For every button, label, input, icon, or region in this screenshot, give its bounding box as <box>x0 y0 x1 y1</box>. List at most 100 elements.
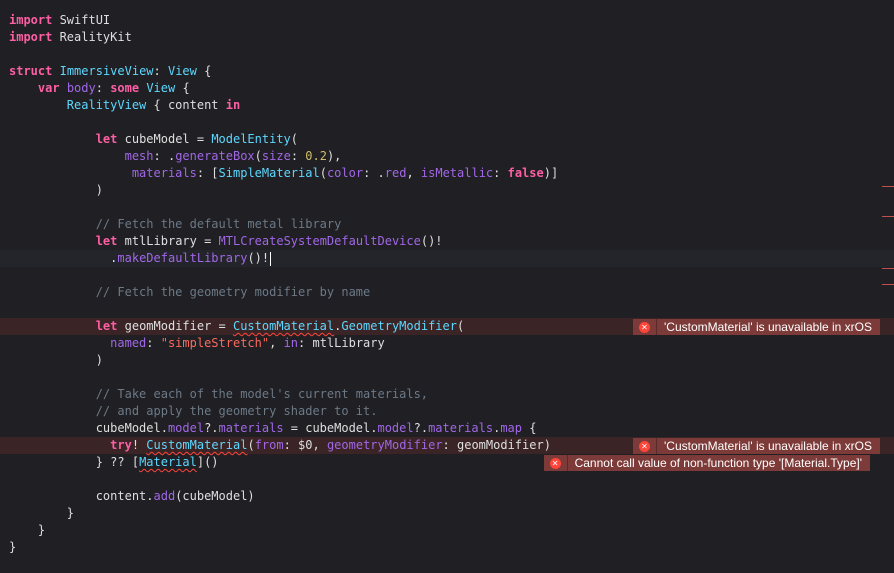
comment: // Fetch the geometry modifier by name <box>95 285 371 299</box>
code-line-error[interactable]: try! CustomMaterial(from: $0, geometryMo… <box>0 437 894 454</box>
code-text: } <box>66 506 75 520</box>
code-text: cubeModel = <box>117 132 212 146</box>
code-line[interactable]: var body: some View { <box>0 80 894 97</box>
type-name: ModelEntity <box>211 132 291 146</box>
code-text: ]() <box>196 455 219 469</box>
type-name: View <box>167 64 197 78</box>
code-text: } <box>37 523 46 537</box>
scrollbar-error-marker[interactable] <box>882 186 894 187</box>
code-line-error[interactable]: let geomModifier = CustomMaterial.Geomet… <box>0 318 894 335</box>
type-name: Material <box>139 455 197 469</box>
code-text: ) <box>95 183 103 197</box>
type-name: GeometryModifier <box>341 319 457 333</box>
code-line[interactable] <box>0 114 894 131</box>
code-line[interactable] <box>0 199 894 216</box>
code-line[interactable]: ) <box>0 182 894 199</box>
property: isMetallic <box>420 166 494 180</box>
code-editor[interactable]: import SwiftUI import RealityKit struct … <box>0 12 894 556</box>
property: model <box>167 421 205 435</box>
code-text: : <box>95 81 111 95</box>
type-name: ImmersiveView <box>59 64 154 78</box>
property: model <box>377 421 414 435</box>
code-line[interactable]: } <box>0 522 894 539</box>
property: named <box>110 336 147 350</box>
code-line[interactable] <box>0 46 894 63</box>
function-name: MTLCreateSystemDefaultDevice <box>218 234 421 248</box>
scrollbar-error-marker[interactable] <box>882 284 894 285</box>
code-line[interactable] <box>0 301 894 318</box>
scrollbar-error-marker[interactable] <box>882 268 894 269</box>
keyword: import <box>9 30 53 44</box>
function-name: generateBox <box>175 149 255 163</box>
code-text: : <box>493 166 508 180</box>
code-text: , <box>269 336 284 350</box>
x-circle-icon: ✕ <box>549 457 561 469</box>
property: materials <box>131 166 197 180</box>
code-line[interactable]: } ?? [Material]() ✕ Cannot call value of n… <box>0 454 894 471</box>
property: mesh <box>124 149 154 163</box>
code-line[interactable]: let mtlLibrary = MTLCreateSystemDefaultD… <box>0 233 894 250</box>
keyword: import <box>9 13 53 27</box>
code-text: = cubeModel. <box>283 421 378 435</box>
error-badge[interactable]: ✕ 'CustomMaterial' is unavailable in xrOS <box>633 319 880 335</box>
code-line[interactable]: // and apply the geometry shader to it. <box>0 403 894 420</box>
type-name: CustomMaterial <box>232 319 335 333</box>
x-circle-icon: ✕ <box>639 440 650 452</box>
code-line[interactable]: named: "simpleStretch", in: mtlLibrary <box>0 335 894 352</box>
code-text: ) <box>95 353 103 367</box>
code-text: cubeModel. <box>95 421 168 435</box>
code-text: )] <box>543 166 559 180</box>
code-text: : <box>146 336 161 350</box>
error-badge[interactable]: ✕ Cannot call value of non-function type … <box>543 455 870 471</box>
keyword: some <box>110 81 140 95</box>
keyword: let <box>95 132 118 146</box>
code-line[interactable]: } <box>0 505 894 522</box>
comment: // and apply the geometry shader to it. <box>95 404 378 418</box>
code-line[interactable] <box>0 369 894 386</box>
keyword: let <box>95 234 118 248</box>
code-line[interactable]: mesh: .generateBox(size: 0.2), <box>0 148 894 165</box>
property: materials <box>428 421 494 435</box>
code-text: SwiftUI <box>52 13 111 27</box>
function-name: add <box>153 489 176 503</box>
property: color <box>326 166 364 180</box>
error-badge[interactable]: ✕ 'CustomMaterial' is unavailable in xrOS <box>633 438 880 454</box>
code-text: { <box>175 81 190 95</box>
keyword: try <box>110 438 132 452</box>
type-name: View <box>146 81 176 95</box>
comment: // Take each of the model's current mate… <box>95 387 429 401</box>
code-line[interactable]: // Take each of the model's current mate… <box>0 386 894 403</box>
code-text: ()! <box>420 234 443 248</box>
code-line[interactable] <box>0 471 894 488</box>
code-line[interactable] <box>0 267 894 284</box>
scrollbar-error-marker[interactable] <box>882 216 894 217</box>
badge-divider <box>656 319 657 335</box>
code-line[interactable]: import SwiftUI <box>0 12 894 29</box>
code-line[interactable]: cubeModel.model?.materials = cubeModel.m… <box>0 420 894 437</box>
code-line[interactable]: materials: [SimpleMaterial(color: .red, … <box>0 165 894 182</box>
code-text: ( <box>290 132 299 146</box>
code-text: ( <box>247 438 255 452</box>
code-text: : <box>290 149 306 163</box>
property: materials <box>218 421 284 435</box>
code-line[interactable]: struct ImmersiveView: View { <box>0 63 894 80</box>
code-line[interactable]: ) <box>0 352 894 369</box>
code-text: : . <box>363 166 385 180</box>
code-line[interactable]: RealityView { content in <box>0 97 894 114</box>
code-line[interactable]: content.add(cubeModel) <box>0 488 894 505</box>
code-line[interactable]: import RealityKit <box>0 29 894 46</box>
code-line[interactable]: // Fetch the geometry modifier by name <box>0 284 894 301</box>
code-text: ! <box>131 438 147 452</box>
code-line[interactable]: // Fetch the default metal library <box>0 216 894 233</box>
code-text: : geomModifier) <box>442 438 551 452</box>
code-text: : . <box>153 149 176 163</box>
code-line[interactable]: let cubeModel = ModelEntity( <box>0 131 894 148</box>
code-text: geomModifier = <box>117 319 233 333</box>
code-line-current[interactable]: .makeDefaultLibrary()! <box>0 250 894 267</box>
property: body <box>66 81 96 95</box>
string-literal: "simpleStretch" <box>160 336 270 350</box>
keyword: let <box>95 319 118 333</box>
code-text: : [ <box>196 166 219 180</box>
keyword: in <box>225 98 241 112</box>
code-line[interactable]: } <box>0 539 894 556</box>
